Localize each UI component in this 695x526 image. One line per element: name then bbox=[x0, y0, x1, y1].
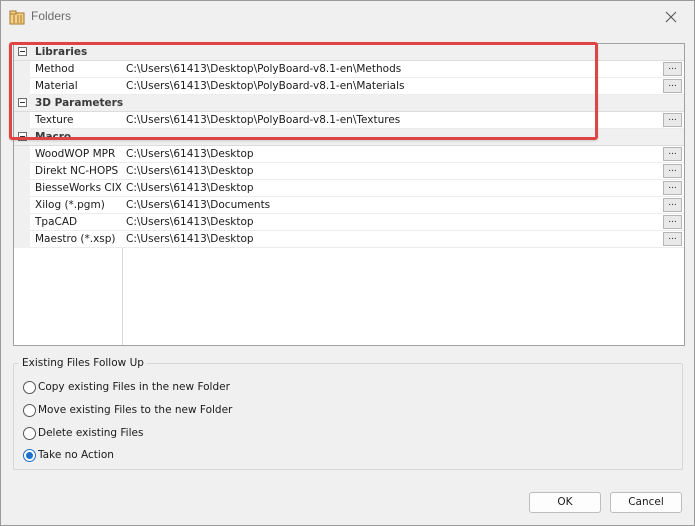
row-gutter bbox=[14, 61, 30, 78]
property-name: Maestro (*.xsp) bbox=[35, 233, 116, 245]
property-value[interactable]: C:\Users\61413\Desktop bbox=[126, 216, 656, 228]
folders-dialog: Folders Libraries Method C:\Users\61413\De… bbox=[0, 0, 695, 526]
no-action-label[interactable]: Take no Action bbox=[38, 449, 114, 461]
property-row[interactable]: Material C:\Users\61413\Desktop\PolyBoard… bbox=[14, 78, 684, 95]
property-value[interactable]: C:\Users\61413\Desktop bbox=[126, 148, 656, 160]
property-name: Method bbox=[35, 63, 75, 75]
property-name: TpaCAD bbox=[35, 216, 78, 228]
copy-files-label[interactable]: Copy existing Files in the new Folder bbox=[38, 381, 230, 393]
property-value[interactable]: C:\Users\61413\Desktop bbox=[126, 233, 656, 245]
folders-app-icon bbox=[9, 9, 25, 25]
delete-files-label[interactable]: Delete existing Files bbox=[38, 427, 143, 439]
row-gutter bbox=[14, 197, 30, 214]
property-name: WoodWOP MPR bbox=[35, 148, 116, 160]
title-bar: Folders bbox=[1, 1, 694, 33]
property-value[interactable]: C:\Users\61413\Documents bbox=[126, 199, 656, 211]
property-value[interactable]: C:\Users\61413\Desktop bbox=[126, 182, 656, 194]
move-files-radio[interactable] bbox=[23, 404, 36, 417]
property-name: Material bbox=[35, 80, 78, 92]
browse-button[interactable]: ... bbox=[663, 147, 682, 161]
row-gutter bbox=[14, 146, 30, 163]
row-gutter bbox=[14, 231, 30, 248]
browse-button[interactable]: ... bbox=[663, 181, 682, 195]
collapse-icon[interactable] bbox=[18, 47, 27, 56]
category-row[interactable]: Libraries bbox=[14, 44, 684, 61]
property-row[interactable]: Direkt NC-HOPS C:\Users\61413\Desktop... bbox=[14, 163, 684, 180]
property-row[interactable]: TpaCAD C:\Users\61413\Desktop... bbox=[14, 214, 684, 231]
row-gutter bbox=[14, 112, 30, 129]
row-gutter bbox=[14, 78, 30, 95]
cancel-button[interactable]: Cancel bbox=[610, 492, 682, 513]
property-row[interactable]: BiesseWorks CIX C:\Users\61413\Desktop... bbox=[14, 180, 684, 197]
category-label: Macro bbox=[35, 131, 72, 143]
property-name: Direkt NC-HOPS bbox=[35, 165, 119, 177]
copy-files-radio[interactable] bbox=[23, 381, 36, 394]
browse-button[interactable]: ... bbox=[663, 62, 682, 76]
followup-group-title: Existing Files Follow Up bbox=[19, 357, 147, 369]
close-button[interactable] bbox=[652, 3, 690, 31]
browse-button[interactable]: ... bbox=[663, 164, 682, 178]
close-icon bbox=[665, 11, 677, 23]
property-row[interactable]: Method C:\Users\61413\Desktop\PolyBoard-v… bbox=[14, 61, 684, 78]
browse-button[interactable]: ... bbox=[663, 79, 682, 93]
property-name: BiesseWorks CIX bbox=[35, 182, 121, 194]
property-row[interactable]: Texture C:\Users\61413\Desktop\PolyBoard-… bbox=[14, 112, 684, 129]
window-title: Folders bbox=[31, 9, 72, 23]
property-value[interactable]: C:\Users\61413\Desktop\PolyBoard-v8.1-en… bbox=[126, 63, 656, 75]
browse-button[interactable]: ... bbox=[663, 198, 682, 212]
property-row[interactable]: Xilog (*.pgm) C:\Users\61413\Documents... bbox=[14, 197, 684, 214]
ok-button[interactable]: OK bbox=[529, 492, 601, 513]
browse-button[interactable]: ... bbox=[663, 113, 682, 127]
row-gutter bbox=[14, 214, 30, 231]
row-gutter bbox=[14, 180, 30, 197]
property-row[interactable]: WoodWOP MPR C:\Users\61413\Desktop... bbox=[14, 146, 684, 163]
collapse-icon[interactable] bbox=[18, 98, 27, 107]
property-row[interactable]: Maestro (*.xsp) C:\Users\61413\Desktop... bbox=[14, 231, 684, 248]
delete-files-radio[interactable] bbox=[23, 427, 36, 440]
category-label: 3D Parameters bbox=[35, 97, 124, 109]
property-value[interactable]: C:\Users\61413\Desktop\PolyBoard-v8.1-en… bbox=[126, 80, 656, 92]
category-row[interactable]: Macro bbox=[14, 129, 684, 146]
collapse-icon[interactable] bbox=[18, 132, 27, 141]
no-action-radio[interactable] bbox=[23, 449, 36, 462]
browse-button[interactable]: ... bbox=[663, 232, 682, 246]
category-row[interactable]: 3D Parameters bbox=[14, 95, 684, 112]
property-name: Texture bbox=[35, 114, 74, 126]
folders-property-grid[interactable]: Libraries Method C:\Users\61413\Desktop\Po… bbox=[13, 43, 685, 346]
browse-button[interactable]: ... bbox=[663, 215, 682, 229]
property-value[interactable]: C:\Users\61413\Desktop\PolyBoard-v8.1-en… bbox=[126, 114, 656, 126]
property-name: Xilog (*.pgm) bbox=[35, 199, 105, 211]
property-value[interactable]: C:\Users\61413\Desktop bbox=[126, 165, 656, 177]
row-gutter bbox=[14, 163, 30, 180]
category-label: Libraries bbox=[35, 46, 88, 58]
move-files-label[interactable]: Move existing Files to the new Folder bbox=[38, 404, 232, 416]
